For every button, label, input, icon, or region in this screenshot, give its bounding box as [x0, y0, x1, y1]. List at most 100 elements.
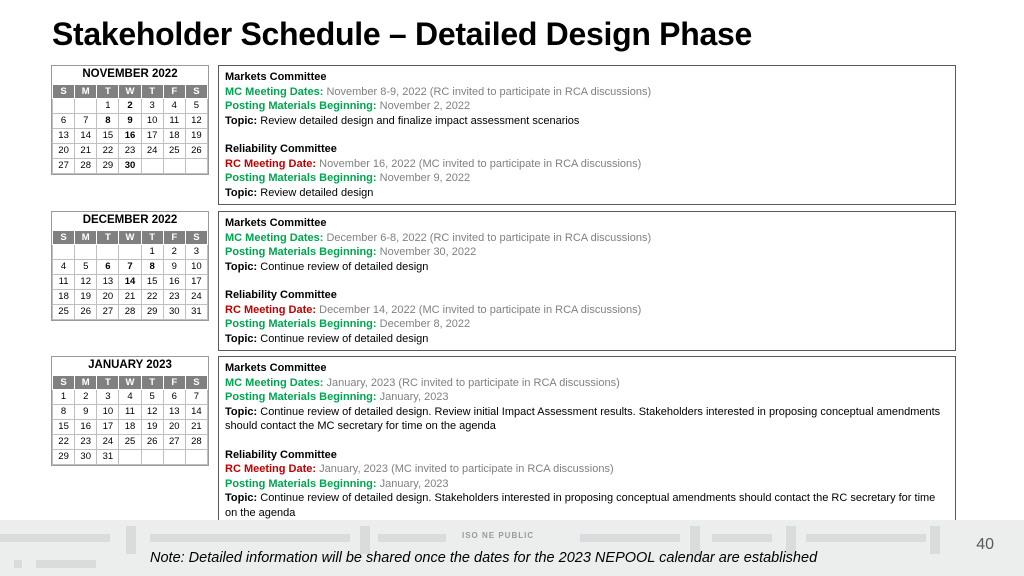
calendar-day-cell[interactable]: 22	[51, 434, 76, 450]
calendar-day-cell[interactable]: 26	[184, 143, 209, 159]
calendar-day-cell[interactable]: 7	[184, 389, 209, 405]
calendar-day-cell[interactable]: 23	[74, 434, 98, 450]
calendar-day-cell[interactable]: 5	[140, 389, 164, 405]
calendar-day-cell[interactable]: 23	[118, 143, 142, 159]
calendar-day-cell[interactable]: 4	[162, 98, 186, 114]
calendar-day-cell[interactable]: 7	[74, 113, 98, 129]
calendar-day-cell[interactable]: 25	[51, 304, 76, 320]
calendar-december: DECEMBER 2022 S M T W T F S 1 2 3 4 5 6 7 8 9 10 1…	[51, 211, 209, 321]
rc-topic: Topic: Review detailed design	[225, 186, 374, 199]
calendar-day-cell[interactable]: 14	[74, 128, 98, 144]
calendar-week-row: 20 21 22 23 24 25 26	[51, 143, 209, 159]
calendar-day-cell[interactable]: 1	[96, 98, 120, 114]
calendar-day-cell[interactable]: 4	[51, 259, 76, 275]
calendar-day-cell[interactable]: 9	[162, 259, 186, 275]
calendar-day-cell[interactable]: 4	[118, 389, 142, 405]
calendar-day-cell[interactable]: 27	[162, 434, 186, 450]
calendar-day-cell[interactable]: 12	[184, 113, 209, 129]
calendar-day-cell[interactable]: 25	[118, 434, 142, 450]
calendar-day-cell[interactable]: 6	[96, 259, 120, 275]
weekday-header: T	[96, 230, 120, 245]
calendar-day-cell[interactable]: 13	[96, 274, 120, 290]
calendar-day-cell[interactable]: 24	[184, 289, 209, 305]
calendar-day-cell[interactable]: 6	[162, 389, 186, 405]
calendar-day-cell[interactable]: 28	[118, 304, 142, 320]
calendar-day-cell[interactable]: 10	[140, 113, 164, 129]
calendar-day-cell[interactable]: 29	[140, 304, 164, 320]
calendar-day-cell[interactable]: 8	[51, 404, 76, 420]
calendar-day-cell[interactable]: 28	[74, 158, 98, 174]
calendar-day-cell[interactable]: 24	[140, 143, 164, 159]
calendar-day-cell[interactable]: 21	[184, 419, 209, 435]
calendar-day-cell[interactable]: 22	[140, 289, 164, 305]
calendar-day-cell[interactable]: 2	[162, 244, 186, 260]
calendar-day-cell[interactable]: 21	[118, 289, 142, 305]
calendar-day-cell[interactable]: 9	[74, 404, 98, 420]
calendar-day-cell[interactable]: 24	[96, 434, 120, 450]
calendar-day-cell[interactable]: 11	[162, 113, 186, 129]
calendar-day-cell[interactable]: 27	[51, 158, 76, 174]
calendar-day-cell[interactable]: 20	[51, 143, 76, 159]
calendar-day-cell[interactable]: 27	[96, 304, 120, 320]
calendar-day-cell[interactable]: 2	[118, 98, 142, 114]
calendar-day-cell[interactable]: 15	[51, 419, 76, 435]
calendar-day-cell[interactable]: 20	[96, 289, 120, 305]
calendar-day-cell[interactable]: 3	[96, 389, 120, 405]
calendar-day-cell[interactable]: 14	[118, 274, 142, 290]
calendar-day-cell[interactable]: 25	[162, 143, 186, 159]
calendar-day-cell[interactable]: 18	[118, 419, 142, 435]
calendar-day-cell[interactable]: 3	[140, 98, 164, 114]
calendar-day-cell[interactable]: 1	[51, 389, 76, 405]
calendar-empty-cell	[140, 158, 164, 174]
calendar-day-cell[interactable]: 5	[184, 98, 209, 114]
calendar-day-cell[interactable]: 31	[96, 449, 120, 465]
calendar-day-cell[interactable]: 11	[51, 274, 76, 290]
calendar-day-cell[interactable]: 23	[162, 289, 186, 305]
weekday-header: T	[140, 84, 164, 99]
calendar-day-cell[interactable]: 22	[96, 143, 120, 159]
calendar-day-cell[interactable]: 8	[140, 259, 164, 275]
calendar-day-cell[interactable]: 12	[74, 274, 98, 290]
calendar-day-cell[interactable]: 9	[118, 113, 142, 129]
calendar-day-cell[interactable]: 26	[140, 434, 164, 450]
calendar-day-cell[interactable]: 28	[184, 434, 209, 450]
calendar-day-cell[interactable]: 19	[140, 419, 164, 435]
calendar-day-cell[interactable]: 7	[118, 259, 142, 275]
calendar-day-cell[interactable]: 13	[162, 404, 186, 420]
calendar-day-cell[interactable]: 18	[51, 289, 76, 305]
calendar-day-cell[interactable]: 5	[74, 259, 98, 275]
calendar-day-cell[interactable]: 30	[162, 304, 186, 320]
rc-posting-materials: Posting Materials Beginning: December 8,…	[225, 318, 471, 330]
calendar-day-cell[interactable]: 10	[96, 404, 120, 420]
calendar-day-cell[interactable]: 26	[74, 304, 98, 320]
calendar-day-cell[interactable]: 17	[140, 128, 164, 144]
calendar-day-cell[interactable]: 6	[51, 113, 76, 129]
calendar-day-cell[interactable]: 21	[74, 143, 98, 159]
calendar-day-cell[interactable]: 16	[74, 419, 98, 435]
page-number: 40	[976, 536, 994, 553]
calendar-day-cell[interactable]: 13	[51, 128, 76, 144]
calendar-day-cell[interactable]: 10	[184, 259, 209, 275]
calendar-day-cell[interactable]: 12	[140, 404, 164, 420]
calendar-day-cell[interactable]: 3	[184, 244, 209, 260]
calendar-day-cell[interactable]: 29	[96, 158, 120, 174]
calendar-day-cell[interactable]: 16	[162, 274, 186, 290]
calendar-day-cell[interactable]: 15	[140, 274, 164, 290]
calendar-day-cell[interactable]: 31	[184, 304, 209, 320]
calendar-day-cell[interactable]: 8	[96, 113, 120, 129]
calendar-day-cell[interactable]: 16	[118, 128, 142, 144]
calendar-day-cell[interactable]: 15	[96, 128, 120, 144]
calendar-day-cell[interactable]: 30	[74, 449, 98, 465]
calendar-day-cell[interactable]: 14	[184, 404, 209, 420]
calendar-day-cell[interactable]: 30	[118, 158, 142, 174]
calendar-day-cell[interactable]: 1	[140, 244, 164, 260]
calendar-day-cell[interactable]: 11	[118, 404, 142, 420]
calendar-day-cell[interactable]: 17	[184, 274, 209, 290]
calendar-day-cell[interactable]: 19	[184, 128, 209, 144]
calendar-day-cell[interactable]: 17	[96, 419, 120, 435]
calendar-day-cell[interactable]: 20	[162, 419, 186, 435]
calendar-day-cell[interactable]: 18	[162, 128, 186, 144]
calendar-day-cell[interactable]: 19	[74, 289, 98, 305]
calendar-day-cell[interactable]: 29	[51, 449, 76, 465]
calendar-day-cell[interactable]: 2	[74, 389, 98, 405]
